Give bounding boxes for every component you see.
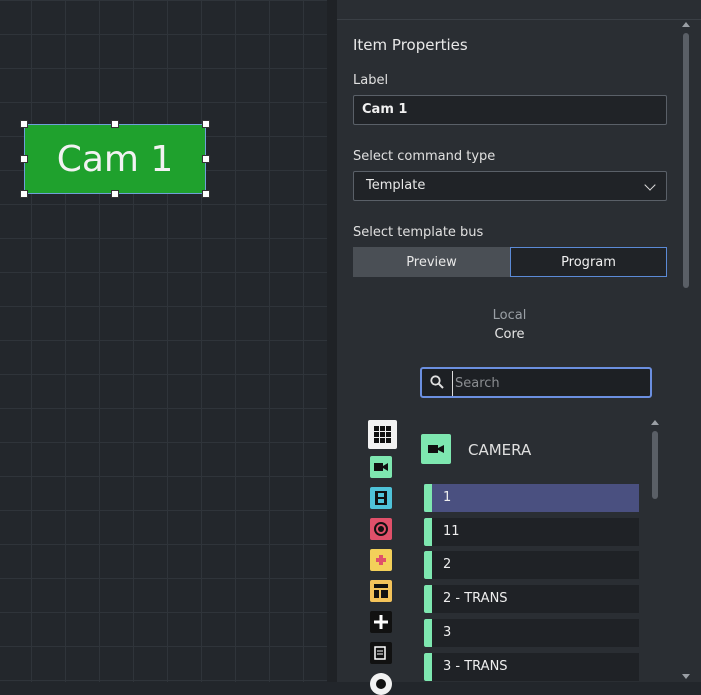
category-more-button[interactable]	[370, 673, 392, 695]
bus-preview-button[interactable]: Preview	[353, 247, 510, 277]
source-local-label: Local	[492, 308, 527, 323]
template-bus-label: Select template bus	[353, 225, 484, 240]
camera-item-11[interactable]: 11	[424, 518, 639, 546]
label-field-label: Label	[353, 73, 389, 88]
category-film-button[interactable]	[370, 487, 392, 509]
canvas-item-cam1[interactable]: Cam 1	[24, 124, 206, 194]
item-color-bar	[424, 551, 432, 579]
list-item-label: 2	[443, 557, 452, 572]
grid-icon	[374, 426, 391, 443]
category-add-button[interactable]	[370, 611, 392, 633]
category-gamepad-button[interactable]	[370, 549, 392, 571]
resize-handle-w[interactable]	[20, 155, 28, 163]
category-all-button[interactable]	[368, 420, 397, 449]
search-icon	[430, 375, 444, 389]
bus-program-button[interactable]: Program	[510, 247, 667, 277]
resize-handle-s[interactable]	[111, 190, 119, 198]
category-document-button[interactable]	[370, 642, 392, 664]
list-scroll-up-arrow[interactable]	[651, 420, 659, 425]
category-layout-button[interactable]	[370, 580, 392, 602]
item-color-bar	[424, 484, 432, 512]
list-item-label: 2 - TRANS	[443, 591, 508, 606]
search-input[interactable]	[452, 371, 647, 396]
list-item-label: 11	[443, 524, 460, 539]
film-icon	[375, 491, 387, 505]
category-record-button[interactable]	[370, 518, 392, 540]
source-core-label[interactable]: Core	[337, 327, 682, 342]
camera-icon	[428, 445, 444, 453]
panel-title: Item Properties	[353, 36, 468, 54]
search-box[interactable]	[420, 367, 652, 398]
resize-handle-nw[interactable]	[20, 120, 28, 128]
gamepad-icon	[376, 555, 386, 565]
panel-scrollbar[interactable]	[683, 33, 689, 288]
scroll-up-arrow[interactable]	[682, 22, 690, 27]
list-item-label: 3	[443, 625, 452, 640]
layout-icon	[374, 584, 388, 598]
document-icon	[374, 646, 386, 660]
command-type-label: Select command type	[353, 149, 496, 164]
item-color-bar	[424, 585, 432, 613]
camera-item-2[interactable]: 2	[424, 551, 639, 579]
camera-item-2-trans[interactable]: 2 - TRANS	[424, 585, 639, 613]
record-icon	[374, 522, 388, 536]
list-item-label: 3 - TRANS	[443, 659, 508, 674]
command-type-value: Template	[366, 178, 426, 193]
camera-category-icon	[421, 434, 451, 464]
camera-icon	[374, 463, 388, 471]
clock-icon	[376, 679, 386, 689]
item-color-bar	[424, 518, 432, 546]
plus-icon	[374, 615, 388, 629]
resize-handle-n[interactable]	[111, 120, 119, 128]
scroll-down-arrow[interactable]	[682, 674, 690, 679]
list-scrollbar[interactable]	[652, 431, 658, 499]
resize-handle-e[interactable]	[202, 155, 210, 163]
canvas-item-label: Cam 1	[56, 138, 174, 180]
command-type-select[interactable]: Template	[353, 171, 667, 201]
panel-divider	[327, 0, 337, 682]
item-color-bar	[424, 653, 432, 681]
camera-item-1[interactable]: 1	[424, 484, 639, 512]
item-color-bar	[424, 619, 432, 647]
category-camera-button[interactable]	[370, 456, 392, 478]
properties-panel: Item Properties Label Cam 1 Select comma…	[337, 0, 701, 695]
list-item-label: 1	[443, 490, 452, 505]
panel-topbar	[337, 0, 701, 20]
camera-item-3[interactable]: 3	[424, 619, 639, 647]
resize-handle-se[interactable]	[202, 190, 210, 198]
resize-handle-sw[interactable]	[20, 190, 28, 198]
camera-category-title: CAMERA	[468, 441, 532, 459]
camera-item-3-trans[interactable]: 3 - TRANS	[424, 653, 639, 681]
label-input[interactable]: Cam 1	[353, 95, 667, 125]
resize-handle-ne[interactable]	[202, 120, 210, 128]
canvas-grid[interactable]	[0, 0, 327, 682]
chevron-down-icon	[644, 179, 656, 191]
